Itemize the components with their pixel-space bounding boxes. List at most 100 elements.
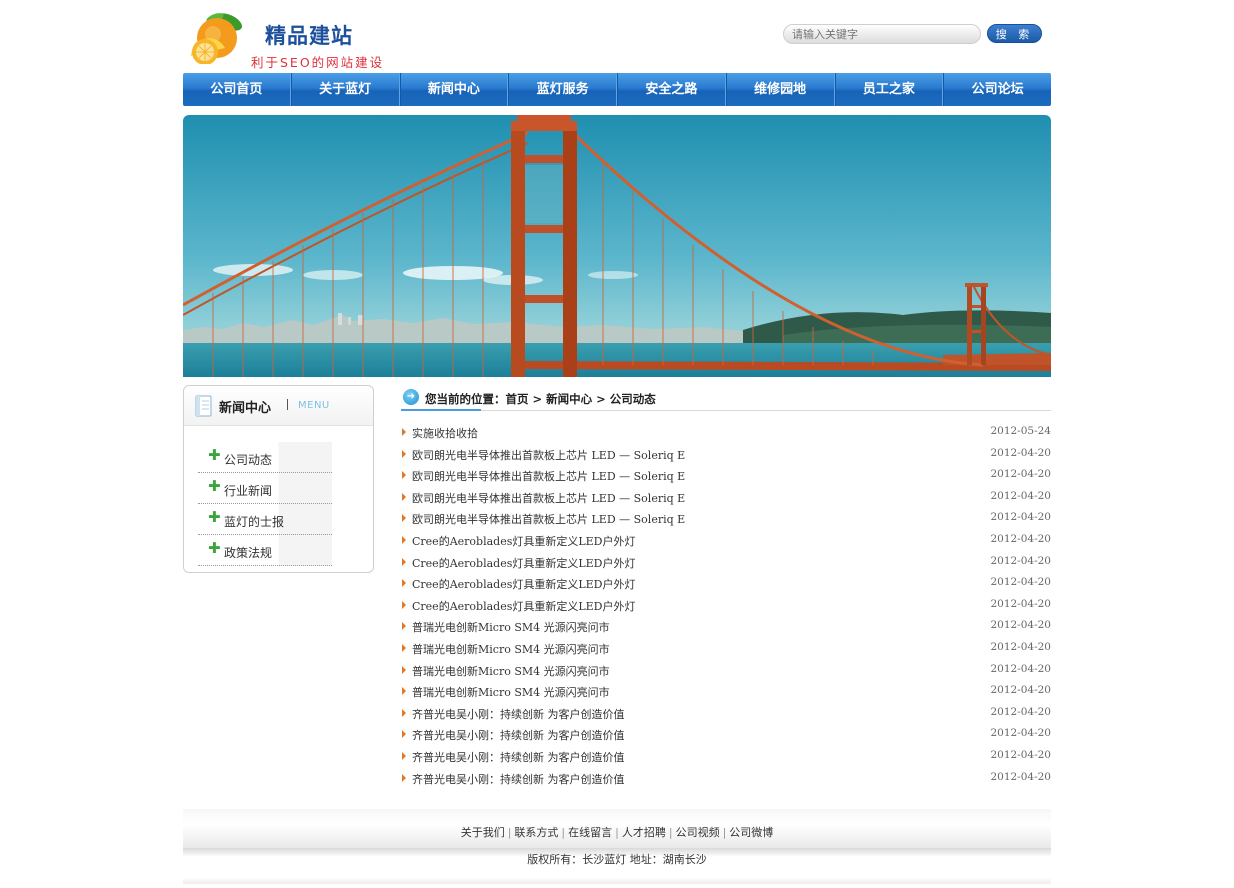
footer-link-separator: | xyxy=(722,826,727,839)
news-item[interactable]: Cree的Aeroblades灯具重新定义LED户外灯 2012-04-20 xyxy=(401,552,1051,574)
sidebar-item-taxi-news[interactable]: ✚ 蓝灯的士报 xyxy=(198,504,332,535)
sidebar-menu: ✚ 公司动态 ✚ 行业新闻 ✚ 蓝灯的士报 ✚ 政策法规 xyxy=(198,442,332,566)
news-item[interactable]: 欧司朗光电半导体推出首款板上芯片 LED — Soleriq E 2012-04-… xyxy=(401,444,1051,466)
news-title[interactable]: 齐普光电吴小刚：持续创新 为客户创造价值 xyxy=(412,706,625,722)
arrow-right-icon xyxy=(402,428,406,436)
news-date: 2012-04-20 xyxy=(990,576,1051,589)
sidebar-item-label: 公司动态 xyxy=(224,453,273,467)
news-title[interactable]: 普瑞光电创新Micro SM4 光源闪亮问市 xyxy=(412,619,610,635)
news-date: 2012-04-20 xyxy=(990,684,1051,697)
news-date: 2012-04-20 xyxy=(990,619,1051,632)
news-item[interactable]: Cree的Aeroblades灯具重新定义LED户外灯 2012-04-20 xyxy=(401,530,1051,552)
arrow-right-icon xyxy=(402,708,406,717)
main-nav: 公司首页 关于蓝灯 新闻中心 蓝灯服务 安全之路 维修园地 员工之家 公司论坛 xyxy=(183,73,1051,106)
arrow-right-icon xyxy=(402,751,406,760)
news-item[interactable]: 欧司朗光电半导体推出首款板上芯片 LED — Soleriq E 2012-04-… xyxy=(401,487,1051,509)
sidebar-item-industry-news[interactable]: ✚ 行业新闻 xyxy=(198,473,332,504)
news-item[interactable]: 齐普光电吴小刚：持续创新 为客户创造价值 2012-04-20 xyxy=(401,768,1051,790)
news-date: 2012-04-20 xyxy=(990,597,1051,610)
news-date: 2012-04-20 xyxy=(990,511,1051,524)
sidebar-item-label: 行业新闻 xyxy=(224,484,273,498)
footer-link-separator: | xyxy=(561,826,566,839)
news-title[interactable]: 齐普光电吴小刚：持续创新 为客户创造价值 xyxy=(412,771,625,787)
news-item[interactable]: 普瑞光电创新Micro SM4 光源闪亮问市 2012-04-20 xyxy=(401,616,1051,638)
arrow-right-icon xyxy=(402,514,406,523)
news-list: 实施收拾收拾 2012-05-24 欧司朗光电半导体推出首款板上芯片 LED — … xyxy=(401,422,1051,789)
nav-item-about[interactable]: 关于蓝灯 xyxy=(290,73,400,106)
sidebar-item-policies[interactable]: ✚ 政策法规 xyxy=(198,535,332,566)
news-title[interactable]: Cree的Aeroblades灯具重新定义LED户外灯 xyxy=(412,598,636,614)
news-item[interactable]: 实施收拾收拾 2012-05-24 xyxy=(401,422,1051,444)
nav-item-news[interactable]: 新闻中心 xyxy=(399,73,509,106)
news-date: 2012-05-24 xyxy=(990,425,1051,437)
sidebar: 新闻中心 MENU ✚ 公司动态 ✚ 行业新闻 ✚ 蓝灯的士报 ✚ 政策法规 xyxy=(183,385,374,573)
news-date: 2012-04-20 xyxy=(990,640,1051,653)
footer-link-weibo[interactable]: 公司微博 xyxy=(729,826,773,839)
news-item[interactable]: 欧司朗光电半导体推出首款板上芯片 LED — Soleriq E 2012-04-… xyxy=(401,465,1051,487)
news-title[interactable]: 齐普光电吴小刚：持续创新 为客户创造价值 xyxy=(412,749,625,765)
breadcrumb-text[interactable]: 您当前的位置：首页 > 新闻中心 > 公司动态 xyxy=(425,391,656,407)
news-title[interactable]: 欧司朗光电半导体推出首款板上芯片 LED — Soleriq E xyxy=(412,490,685,506)
footer-link-separator: | xyxy=(507,826,512,839)
news-date: 2012-04-20 xyxy=(990,468,1051,481)
nav-item-repair[interactable]: 维修园地 xyxy=(725,73,835,106)
news-date: 2012-04-20 xyxy=(990,662,1051,675)
news-title[interactable]: 普瑞光电创新Micro SM4 光源闪亮问市 xyxy=(412,684,610,700)
news-title[interactable]: Cree的Aeroblades灯具重新定义LED户外灯 xyxy=(412,555,636,571)
sidebar-header: 新闻中心 MENU xyxy=(184,386,373,426)
news-title[interactable]: 普瑞光电创新Micro SM4 光源闪亮问市 xyxy=(412,663,610,679)
arrow-right-icon xyxy=(402,773,406,782)
news-title[interactable]: 齐普光电吴小刚：持续创新 为客户创造价值 xyxy=(412,727,625,743)
news-title[interactable]: 欧司朗光电半导体推出首款板上芯片 LED — Soleriq E xyxy=(412,447,685,463)
news-date: 2012-04-20 xyxy=(990,554,1051,567)
arrow-right-icon xyxy=(402,622,406,631)
news-item[interactable]: 齐普光电吴小刚：持续创新 为客户创造价值 2012-04-20 xyxy=(401,703,1051,725)
plus-icon: ✚ xyxy=(208,539,221,557)
arrow-circle-icon: ➜ xyxy=(403,389,419,405)
news-item[interactable]: 齐普光电吴小刚：持续创新 为客户创造价值 2012-04-20 xyxy=(401,724,1051,746)
nav-item-forum[interactable]: 公司论坛 xyxy=(943,73,1051,106)
news-item[interactable]: 欧司朗光电半导体推出首款板上芯片 LED — Soleriq E 2012-04-… xyxy=(401,508,1051,530)
sidebar-item-company-news[interactable]: ✚ 公司动态 xyxy=(198,442,332,473)
news-title[interactable]: Cree的Aeroblades灯具重新定义LED户外灯 xyxy=(412,576,636,592)
footer-link-about[interactable]: 关于我们 xyxy=(461,826,505,839)
notebook-icon xyxy=(195,395,212,417)
news-item[interactable]: 齐普光电吴小刚：持续创新 为客户创造价值 2012-04-20 xyxy=(401,746,1051,768)
arrow-right-icon xyxy=(402,449,406,458)
news-item[interactable]: 普瑞光电创新Micro SM4 光源闪亮问市 2012-04-20 xyxy=(401,660,1051,682)
arrow-right-icon xyxy=(402,535,406,544)
sidebar-menu-label: MENU xyxy=(298,400,330,411)
news-item[interactable]: 普瑞光电创新Micro SM4 光源闪亮问市 2012-04-20 xyxy=(401,681,1051,703)
nav-item-services[interactable]: 蓝灯服务 xyxy=(508,73,617,106)
arrow-right-icon xyxy=(402,471,406,480)
footer-link-separator: | xyxy=(615,826,619,839)
nav-item-safety[interactable]: 安全之路 xyxy=(617,73,726,106)
news-title[interactable]: Cree的Aeroblades灯具重新定义LED户外灯 xyxy=(412,533,636,549)
arrow-right-icon xyxy=(402,579,406,588)
news-title[interactable]: 实施收拾收拾 xyxy=(412,425,478,441)
nav-item-home[interactable]: 公司首页 xyxy=(183,73,291,106)
search-button[interactable]: 搜 索 xyxy=(987,24,1042,43)
breadcrumb-accent-line xyxy=(401,409,481,411)
arrow-right-icon xyxy=(402,730,406,739)
news-title[interactable]: 欧司朗光电半导体推出首款板上芯片 LED — Soleriq E xyxy=(412,468,685,484)
footer-copyright: 版权所有：长沙蓝灯 地址：湖南长沙 xyxy=(527,853,707,866)
footer-link-message[interactable]: 在线留言 xyxy=(568,826,612,839)
news-title[interactable]: 普瑞光电创新Micro SM4 光源闪亮问市 xyxy=(412,641,610,657)
footer-link-jobs[interactable]: 人才招聘 xyxy=(622,826,666,839)
news-title[interactable]: 欧司朗光电半导体推出首款板上芯片 LED — Soleriq E xyxy=(412,511,685,527)
page: 精品建站 利于SEO的网站建设 搜 索 公司首页 关于蓝灯 新闻中心 蓝灯服务 … xyxy=(183,0,1051,888)
news-item[interactable]: Cree的Aeroblades灯具重新定义LED户外灯 2012-04-20 xyxy=(401,573,1051,595)
footer-link-contact[interactable]: 联系方式 xyxy=(514,826,558,839)
search-input[interactable] xyxy=(783,24,981,44)
site-logo[interactable]: 精品建站 利于SEO的网站建设 xyxy=(185,8,395,70)
news-item[interactable]: 普瑞光电创新Micro SM4 光源闪亮问市 2012-04-20 xyxy=(401,638,1051,660)
breadcrumb: ➜ 您当前的位置：首页 > 新闻中心 > 公司动态 xyxy=(401,386,1051,411)
footer-link-video[interactable]: 公司视频 xyxy=(676,826,720,839)
news-date: 2012-04-20 xyxy=(990,770,1051,783)
news-item[interactable]: Cree的Aeroblades灯具重新定义LED户外灯 2012-04-20 xyxy=(401,595,1051,617)
nav-item-staff[interactable]: 员工之家 xyxy=(834,73,944,106)
plus-icon: ✚ xyxy=(208,446,221,464)
logo-title: 精品建站 xyxy=(265,24,353,48)
news-date: 2012-04-20 xyxy=(990,705,1051,718)
